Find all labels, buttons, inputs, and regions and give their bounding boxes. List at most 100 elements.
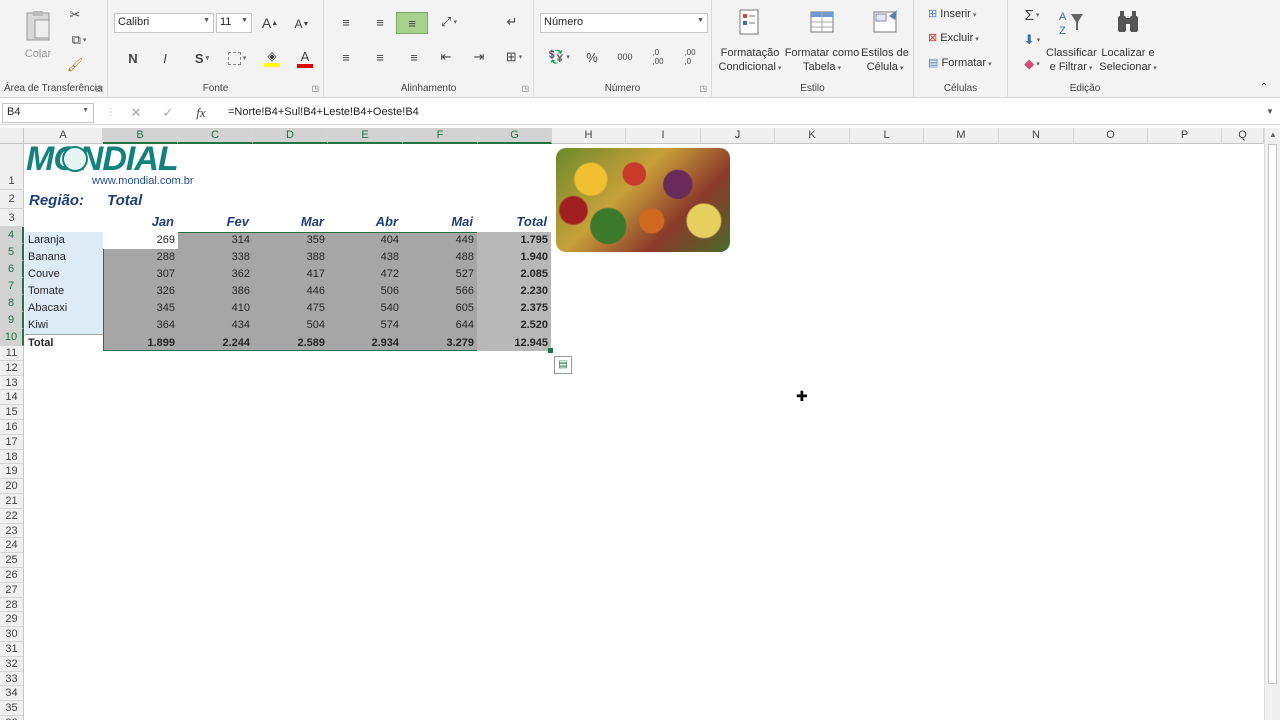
- row-header-32[interactable]: 32: [0, 656, 24, 672]
- region-value[interactable]: Total: [104, 192, 145, 210]
- row-header-31[interactable]: 31: [0, 642, 24, 657]
- row-header-6[interactable]: 6: [0, 261, 24, 278]
- row-header-23[interactable]: 23: [0, 523, 24, 539]
- row-header-13[interactable]: 13: [0, 375, 24, 391]
- find-select-button[interactable]: Localizar e Selecionar ▾: [1098, 8, 1158, 76]
- formula-input[interactable]: =Norte!B4+Sul!B4+Leste!B4+Oeste!B4: [224, 103, 1264, 123]
- data-cell[interactable]: 386: [178, 283, 253, 300]
- quick-analysis-icon[interactable]: ▤: [554, 356, 572, 374]
- fill-icon[interactable]: ⬇ ▾: [1018, 31, 1046, 49]
- cell-styles-button[interactable]: Estilos de Célula ▾: [860, 8, 910, 76]
- align-right-icon[interactable]: ≡: [404, 47, 424, 67]
- autosum-icon[interactable]: Σ ▾: [1018, 6, 1046, 24]
- thousands-button[interactable]: 000: [614, 47, 636, 67]
- delete-button[interactable]: ⊠ Excluir ▾: [928, 31, 979, 47]
- column-header-q[interactable]: Q: [1222, 128, 1264, 144]
- data-cell[interactable]: 644: [402, 317, 477, 334]
- data-cell[interactable]: 338: [178, 249, 253, 266]
- row-label[interactable]: Abacaxi: [25, 300, 103, 317]
- data-cell[interactable]: 472: [328, 266, 402, 283]
- row-header-1[interactable]: 1: [0, 144, 24, 190]
- region-label[interactable]: Região:: [26, 192, 87, 210]
- cancel-icon[interactable]: ✕: [126, 104, 146, 122]
- scroll-up-icon[interactable]: ▲: [1269, 130, 1277, 139]
- italic-button[interactable]: I: [156, 48, 174, 68]
- row-label[interactable]: Laranja: [25, 232, 103, 249]
- row-header-16[interactable]: 16: [0, 420, 24, 435]
- data-cell[interactable]: 438: [328, 249, 402, 266]
- total-cell[interactable]: 3.279: [402, 335, 477, 352]
- orientation-icon[interactable]: ⤢ ▾: [436, 12, 462, 32]
- header-cell-fev[interactable]: Fev: [178, 213, 253, 230]
- row-header-9[interactable]: 9: [0, 312, 24, 329]
- fill-color-button[interactable]: ◈: [256, 46, 288, 70]
- insert-button[interactable]: ⊞ Inserir ▾: [928, 7, 976, 23]
- column-header-h[interactable]: H: [552, 128, 626, 144]
- shrink-font-button[interactable]: A ▼: [292, 14, 312, 34]
- data-cell[interactable]: 345: [103, 300, 178, 317]
- merge-center-icon[interactable]: ⊞ ▾: [500, 47, 528, 67]
- row-label[interactable]: Couve: [25, 266, 103, 283]
- data-cell[interactable]: 527: [402, 266, 477, 283]
- data-cell[interactable]: 269: [103, 232, 178, 249]
- row-header-21[interactable]: 21: [0, 494, 24, 509]
- row-header-3[interactable]: 3: [0, 209, 24, 227]
- insert-function-icon[interactable]: fx: [190, 104, 212, 122]
- row-header-2[interactable]: 2: [0, 190, 24, 209]
- increase-decimal-button[interactable]: ,0 ,00: [646, 45, 670, 69]
- clipboard-launcher-icon[interactable]: ◳: [95, 84, 103, 93]
- data-cell[interactable]: 446: [253, 283, 328, 300]
- column-header-n[interactable]: N: [999, 128, 1074, 144]
- total-cell[interactable]: 2.244: [178, 335, 253, 352]
- row-header-19[interactable]: 19: [0, 464, 24, 480]
- data-cell[interactable]: 506: [328, 283, 402, 300]
- row-label[interactable]: Tomate: [25, 283, 103, 300]
- decrease-decimal-button[interactable]: ,00 ,0: [678, 45, 702, 69]
- data-cell[interactable]: 2.085: [477, 266, 551, 283]
- percent-button[interactable]: %: [582, 47, 602, 67]
- align-middle-icon[interactable]: ≡: [370, 12, 390, 32]
- header-cell-jan[interactable]: Jan: [103, 213, 178, 230]
- number-launcher-icon[interactable]: ◳: [699, 84, 707, 93]
- row-header-17[interactable]: 17: [0, 434, 24, 450]
- row-header-11[interactable]: 11: [0, 346, 24, 361]
- data-cell[interactable]: 2.520: [477, 317, 551, 334]
- row-header-27[interactable]: 27: [0, 582, 24, 598]
- font-launcher-icon[interactable]: ◳: [311, 84, 319, 93]
- row-header-10[interactable]: 10: [0, 329, 24, 346]
- column-header-i[interactable]: I: [626, 128, 701, 144]
- row-header-30[interactable]: 30: [0, 627, 24, 642]
- header-cell-total[interactable]: Total: [477, 213, 551, 230]
- bold-button[interactable]: N: [124, 48, 142, 68]
- font-color-button[interactable]: A: [290, 46, 320, 70]
- data-cell[interactable]: 288: [103, 249, 178, 266]
- data-cell[interactable]: 2.230: [477, 283, 551, 300]
- row-header-25[interactable]: 25: [0, 553, 24, 568]
- align-top-icon[interactable]: ≡: [336, 12, 356, 32]
- data-cell[interactable]: 449: [402, 232, 477, 249]
- format-button[interactable]: ▤ Formatar ▾: [928, 56, 992, 72]
- data-cell[interactable]: 475: [253, 300, 328, 317]
- align-left-icon[interactable]: ≡: [336, 47, 356, 67]
- data-cell[interactable]: 2.375: [477, 300, 551, 317]
- column-header-p[interactable]: P: [1148, 128, 1222, 144]
- increase-indent-icon[interactable]: ⇥: [469, 47, 489, 67]
- header-cell-mai[interactable]: Mai: [402, 213, 477, 230]
- vertical-scrollbar[interactable]: ▲: [1264, 128, 1280, 720]
- row-header-33[interactable]: 33: [0, 671, 24, 687]
- column-header-o[interactable]: O: [1074, 128, 1148, 144]
- data-cell[interactable]: 504: [253, 317, 328, 334]
- column-header-g[interactable]: G: [478, 128, 552, 144]
- data-cell[interactable]: 364: [103, 317, 178, 334]
- column-header-e[interactable]: E: [328, 128, 403, 144]
- column-header-d[interactable]: D: [253, 128, 328, 144]
- select-all-corner[interactable]: [0, 128, 24, 144]
- align-center-icon[interactable]: ≡: [370, 47, 390, 67]
- row-header-15[interactable]: 15: [0, 405, 24, 420]
- format-painter-icon[interactable]: 🖌: [66, 56, 84, 74]
- row-header-7[interactable]: 7: [0, 278, 24, 295]
- column-header-j[interactable]: J: [701, 128, 775, 144]
- scroll-thumb[interactable]: [1268, 144, 1277, 684]
- collapse-ribbon-icon[interactable]: ⌃: [1256, 80, 1272, 94]
- row-header-26[interactable]: 26: [0, 568, 24, 583]
